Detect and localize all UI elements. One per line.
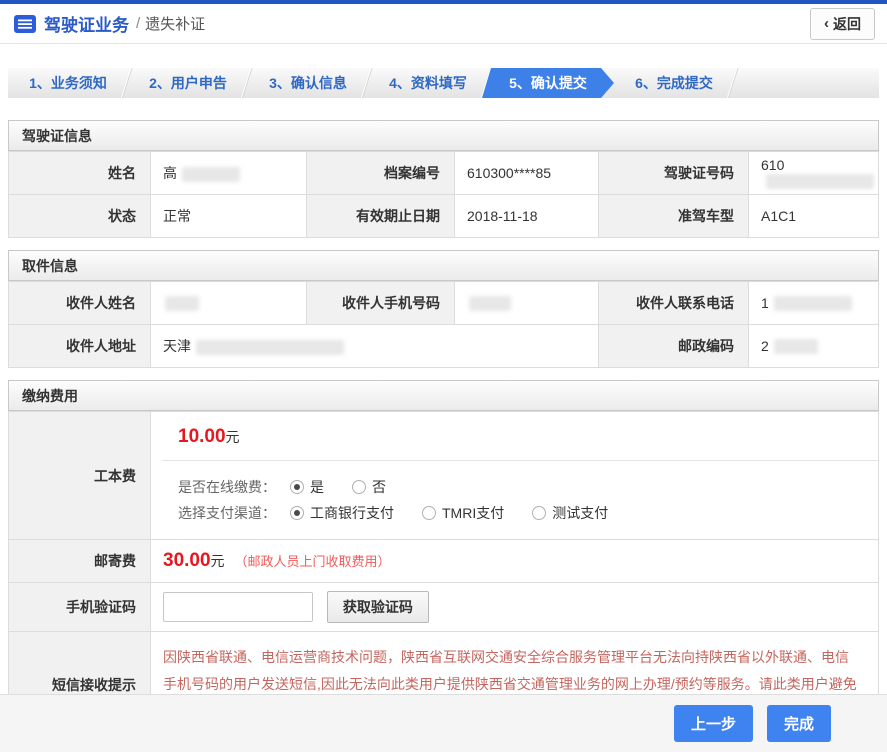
recipient-name-label: 收件人姓名	[9, 282, 151, 325]
redacted-value	[165, 296, 199, 311]
postage-fee-unit: 元	[211, 553, 225, 569]
step-tabs: 1、业务须知 2、用户申告 3、确认信息 4、资料填写 5、确认提交 6、完成提…	[8, 68, 879, 98]
recipient-phone-label: 收件人联系电话	[599, 282, 749, 325]
sms-code-row: 手机验证码 获取验证码	[9, 583, 879, 632]
redacted-value	[182, 167, 240, 182]
step-tab-3[interactable]: 3、确认信息	[248, 68, 368, 98]
vehicle-class-value: A1C1	[749, 195, 879, 238]
license-section-title: 驾驶证信息	[8, 120, 879, 151]
sms-code-label: 手机验证码	[9, 583, 151, 632]
sms-code-cell: 获取验证码	[151, 583, 879, 632]
list-icon	[14, 15, 36, 33]
redacted-value	[469, 296, 511, 311]
radio-unchecked-icon[interactable]	[352, 480, 366, 494]
finish-button[interactable]: 完成	[767, 705, 831, 742]
radio-option-yes[interactable]: 是	[290, 477, 324, 497]
redacted-value	[774, 339, 818, 354]
redacted-value	[196, 340, 344, 355]
status-value: 正常	[151, 195, 307, 238]
table-row: 姓名 高 档案编号 610300****85 驾驶证号码 610	[9, 152, 879, 195]
table-row: 收件人姓名 收件人手机号码 收件人联系电话 1	[9, 282, 879, 325]
fees-table: 工本费 10.00元 是否在线缴费： 是 否	[8, 411, 879, 739]
postal-code-label: 邮政编码	[599, 325, 749, 368]
fees-section: 缴纳费用 工本费 10.00元 是否在线缴费： 是	[8, 380, 879, 739]
postal-code-value: 2	[749, 325, 879, 368]
license-info-table: 姓名 高 档案编号 610300****85 驾驶证号码 610 状态 正常 有…	[8, 151, 879, 238]
vehicle-class-label: 准驾车型	[599, 195, 749, 238]
payment-options: 是否在线缴费： 是 否 选择支付渠道：	[163, 461, 878, 539]
status-label: 状态	[9, 195, 151, 238]
page-header: 驾驶证业务 / 遗失补证 ‹ 返回	[0, 4, 887, 44]
card-fee-amount-number: 10.00	[178, 426, 226, 447]
recipient-address-label: 收件人地址	[9, 325, 151, 368]
step-tab-2[interactable]: 2、用户申告	[128, 68, 248, 98]
sms-code-input[interactable]	[163, 592, 313, 622]
payment-channel-question: 选择支付渠道：	[178, 503, 276, 523]
card-fee-value-cell: 10.00元 是否在线缴费： 是 否	[151, 412, 879, 540]
chevron-left-icon: ‹	[824, 16, 829, 31]
file-no-label: 档案编号	[307, 152, 455, 195]
fees-section-title: 缴纳费用	[8, 380, 879, 411]
name-value: 高	[151, 152, 307, 195]
postage-fee-value-cell: 30.00元 （邮政人员上门收取费用）	[151, 540, 879, 583]
card-fee-unit: 元	[226, 429, 240, 445]
recipient-phone-value: 1	[749, 282, 879, 325]
recipient-address-value: 天津	[151, 325, 599, 368]
redacted-value	[766, 174, 874, 189]
radio-option-no[interactable]: 否	[352, 477, 386, 497]
breadcrumb-separator: /	[136, 15, 140, 32]
license-no-label: 驾驶证号码	[599, 152, 749, 195]
recipient-mobile-value	[455, 282, 599, 325]
payment-channel-question-row: 选择支付渠道： 工商银行支付 TMRI支付 测试支付	[178, 503, 878, 523]
postage-fee-note: （邮政人员上门收取费用）	[234, 554, 390, 569]
license-no-value: 610	[749, 152, 879, 195]
radio-option-no-label: 否	[372, 477, 386, 497]
card-fee-amount: 10.00元	[163, 412, 878, 461]
back-button-label: 返回	[833, 14, 861, 34]
postage-fee-row: 邮寄费 30.00元 （邮政人员上门收取费用）	[9, 540, 879, 583]
recipient-name-value	[151, 282, 307, 325]
step-tab-4[interactable]: 4、资料填写	[368, 68, 488, 98]
previous-step-button[interactable]: 上一步	[674, 705, 753, 742]
online-payment-question: 是否在线缴费：	[178, 477, 276, 497]
breadcrumb-current: 遗失补证	[145, 13, 205, 34]
radio-option-test[interactable]: 测试支付	[532, 503, 608, 523]
back-button[interactable]: ‹ 返回	[810, 8, 875, 40]
radio-unchecked-icon[interactable]	[532, 506, 546, 520]
radio-checked-icon[interactable]	[290, 480, 304, 494]
table-row: 收件人地址 天津 邮政编码 2	[9, 325, 879, 368]
step-tab-6[interactable]: 6、完成提交	[614, 68, 734, 98]
get-code-button[interactable]: 获取验证码	[327, 591, 429, 623]
step-tab-5-active[interactable]: 5、确认提交	[482, 68, 614, 98]
radio-option-icbc[interactable]: 工商银行支付	[290, 503, 394, 523]
pickup-info-section: 取件信息 收件人姓名 收件人手机号码 收件人联系电话 1 收件人地址 天津 邮政…	[8, 250, 879, 368]
redacted-value	[774, 296, 852, 311]
radio-option-tmri[interactable]: TMRI支付	[422, 503, 504, 523]
recipient-mobile-label: 收件人手机号码	[307, 282, 455, 325]
radio-option-test-label: 测试支付	[552, 503, 608, 523]
postage-fee-amount-number: 30.00	[163, 550, 211, 571]
file-no-value: 610300****85	[455, 152, 599, 195]
postage-fee-label: 邮寄费	[9, 540, 151, 583]
step-bar-filler	[734, 68, 879, 98]
card-fee-row: 工本费 10.00元 是否在线缴费： 是 否	[9, 412, 879, 540]
radio-option-tmri-label: TMRI支付	[442, 503, 504, 523]
table-row: 状态 正常 有效期止日期 2018-11-18 准驾车型 A1C1	[9, 195, 879, 238]
license-info-section: 驾驶证信息 姓名 高 档案编号 610300****85 驾驶证号码 610 状…	[8, 120, 879, 238]
expiry-label: 有效期止日期	[307, 195, 455, 238]
expiry-value: 2018-11-18	[455, 195, 599, 238]
card-fee-label: 工本费	[9, 412, 151, 540]
name-label: 姓名	[9, 152, 151, 195]
footer-bar: 上一步 完成	[0, 694, 887, 752]
pickup-info-table: 收件人姓名 收件人手机号码 收件人联系电话 1 收件人地址 天津 邮政编码 2	[8, 281, 879, 368]
radio-checked-icon[interactable]	[290, 506, 304, 520]
page-title: 驾驶证业务	[44, 11, 129, 36]
pickup-section-title: 取件信息	[8, 250, 879, 281]
radio-option-yes-label: 是	[310, 477, 324, 497]
online-payment-question-row: 是否在线缴费： 是 否	[178, 477, 878, 497]
radio-unchecked-icon[interactable]	[422, 506, 436, 520]
radio-option-icbc-label: 工商银行支付	[310, 503, 394, 523]
step-tab-1[interactable]: 1、业务须知	[8, 68, 128, 98]
